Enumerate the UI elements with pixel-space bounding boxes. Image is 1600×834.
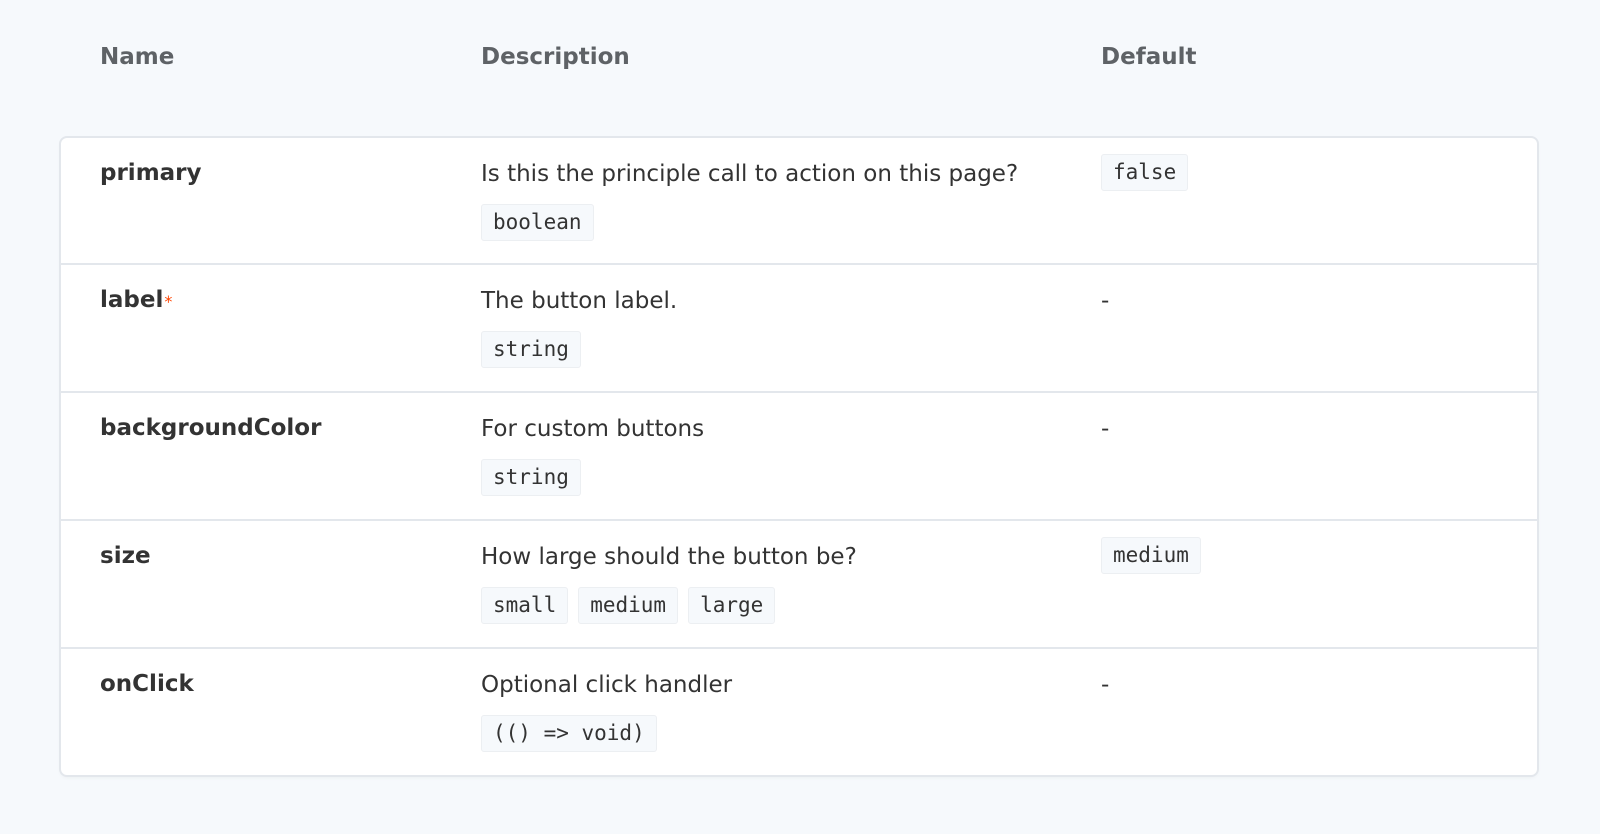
prop-name: onClick — [100, 671, 194, 697]
required-asterisk-icon: * — [164, 292, 173, 311]
type-chip: string — [481, 459, 581, 496]
prop-description: Is this the principle call to action on … — [481, 161, 1019, 187]
table-row: primary Is this the principle call to ac… — [61, 138, 1537, 263]
prop-types: small medium large — [481, 587, 1101, 624]
default-value: medium — [1101, 537, 1201, 574]
default-value: - — [1101, 288, 1110, 314]
default-value: - — [1101, 672, 1110, 698]
header-description: Description — [481, 44, 630, 70]
type-chip: medium — [578, 587, 679, 624]
prop-name: backgroundColor — [100, 415, 322, 441]
prop-description: How large should the button be? — [481, 544, 857, 570]
table-row: onClick Optional click handler (() => vo… — [61, 647, 1537, 775]
table-header: Name Description Default — [61, 0, 1539, 138]
prop-description: For custom buttons — [481, 416, 705, 442]
prop-name: primary — [100, 160, 202, 186]
table-row: backgroundColor For custom buttons strin… — [61, 391, 1537, 519]
header-name: Name — [100, 44, 175, 70]
type-chip: large — [688, 587, 776, 624]
prop-description: Optional click handler — [481, 672, 733, 698]
type-chip: (() => void) — [481, 715, 657, 752]
prop-types: boolean — [481, 204, 1101, 241]
table-row: size How large should the button be? sma… — [61, 519, 1537, 647]
prop-types: (() => void) — [481, 715, 1101, 752]
prop-types: string — [481, 331, 1101, 368]
table-body: primary Is this the principle call to ac… — [61, 138, 1537, 775]
default-value: false — [1101, 154, 1189, 191]
type-chip: boolean — [481, 204, 594, 241]
default-value: - — [1101, 416, 1110, 442]
type-chip: string — [481, 331, 581, 368]
props-table: Name Description Default primary Is this… — [61, 0, 1539, 775]
header-default: Default — [1101, 44, 1197, 70]
type-chip: small — [481, 587, 569, 624]
prop-description: The button label. — [481, 288, 678, 314]
table-row: label* The button label. string - — [61, 263, 1537, 391]
prop-name: label — [100, 287, 164, 313]
prop-types: string — [481, 459, 1101, 496]
prop-name: size — [100, 543, 151, 569]
